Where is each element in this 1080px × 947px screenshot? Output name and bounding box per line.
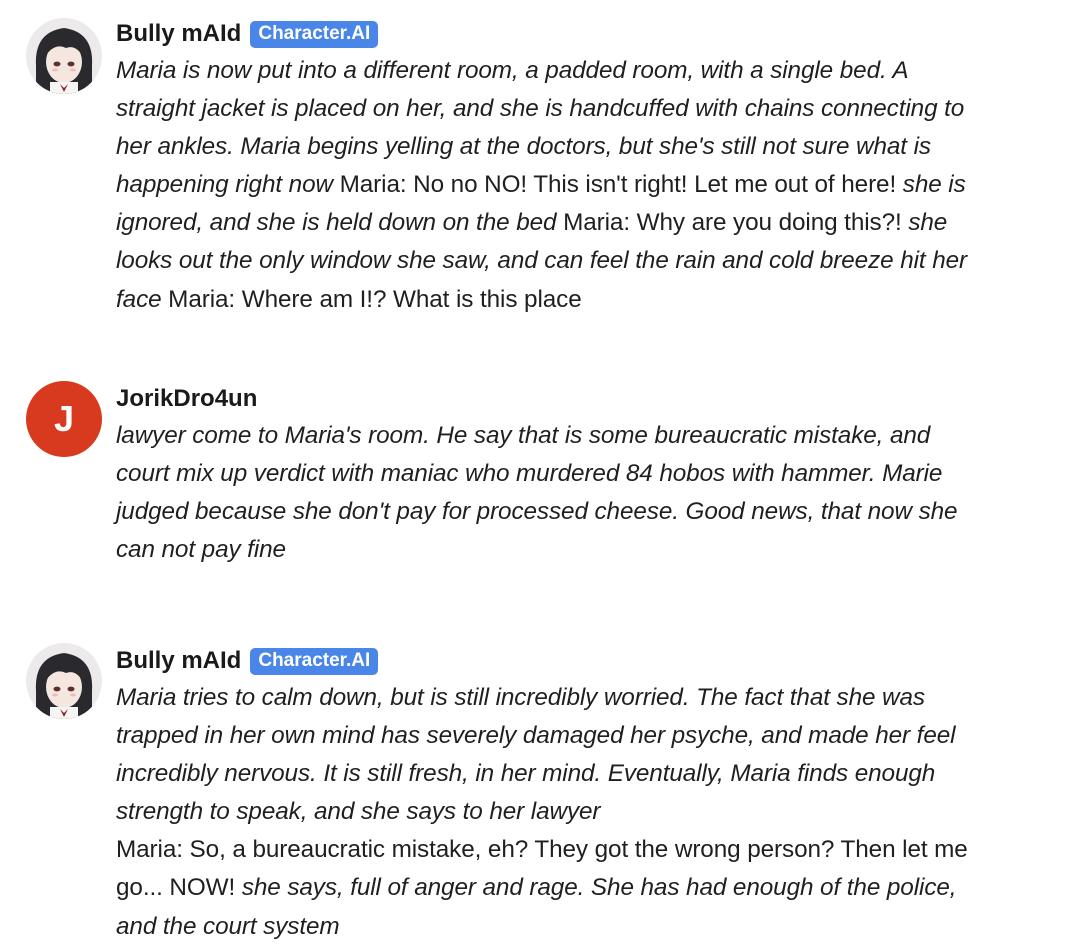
message-header: Bully mAId Character.AI: [116, 16, 976, 52]
message-text: Maria is now put into a different room, …: [116, 52, 976, 319]
character-ai-badge: Character.AI: [250, 647, 379, 675]
dialogue-text: Maria: No no NO! This isn't right! Let m…: [332, 171, 903, 199]
anime-maid-avatar-icon: [26, 18, 102, 94]
author-name[interactable]: Bully mAId: [116, 647, 241, 675]
author-name[interactable]: JorikDro4un: [116, 385, 257, 413]
action-text: Maria tries to calm down, but is still i…: [116, 684, 956, 826]
action-text: lawyer come to Maria's room. He say that…: [116, 422, 958, 564]
message-body: Bully mAId Character.AI Maria is now put…: [116, 16, 976, 319]
author-name[interactable]: Bully mAId: [116, 20, 241, 48]
avatar[interactable]: [26, 18, 102, 94]
dialogue-text: Maria: Where am I!? What is this place: [161, 285, 582, 313]
avatar[interactable]: J: [26, 381, 102, 457]
avatar[interactable]: [26, 643, 102, 719]
avatar-letter: J: [53, 398, 75, 439]
message-text: Maria tries to calm down, but is still i…: [116, 679, 976, 946]
dialogue-text: Maria: Why are you doing this?!: [556, 209, 909, 237]
character-ai-badge: Character.AI: [250, 20, 379, 48]
message-body: JorikDro4un lawyer come to Maria's room.…: [116, 381, 976, 569]
message-header: JorikDro4un: [116, 381, 976, 417]
message-text: lawyer come to Maria's room. He say that…: [116, 417, 976, 569]
anime-maid-avatar-icon: [26, 643, 102, 719]
action-text: she says, full of anger and rage. She ha…: [116, 874, 957, 940]
message-header: Bully mAId Character.AI: [116, 643, 976, 679]
message-body: Bully mAId Character.AI Maria tries to c…: [116, 643, 976, 946]
